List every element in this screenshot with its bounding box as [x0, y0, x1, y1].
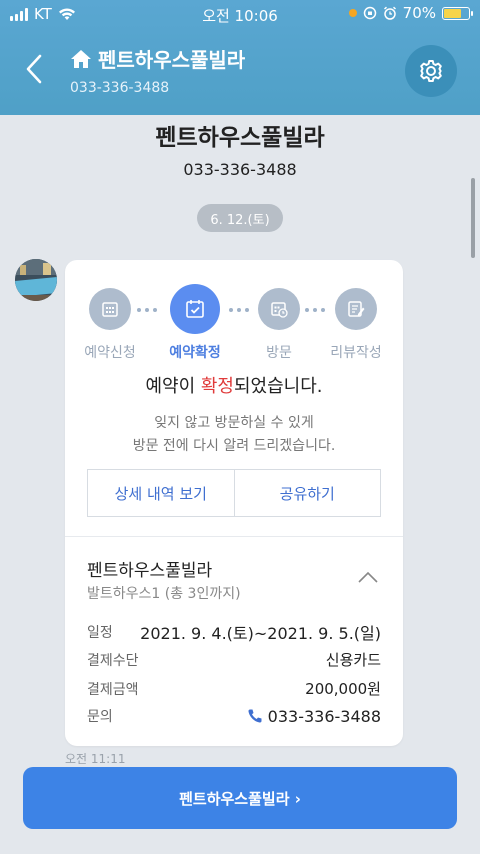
room-info: 발트하우스1 (총 3인까지) — [87, 586, 241, 602]
orientation-lock-icon — [363, 6, 376, 20]
date-badge: 6. 12.(토) — [197, 204, 283, 232]
chat-title: 펜트하우스풀빌라 — [155, 125, 325, 151]
confirmation-message: 예약이 확정되었습니다. — [145, 376, 323, 397]
share-button[interactable]: 공유하기 — [233, 470, 381, 516]
edit-doc-icon — [335, 288, 377, 330]
phone-icon — [248, 709, 262, 723]
card-actions: 상세 내역 보기 공유하기 — [87, 469, 381, 517]
scrollbar[interactable] — [471, 178, 475, 258]
header-title: 펜트하우스풀빌라 — [70, 44, 245, 73]
back-button[interactable] — [22, 52, 48, 86]
chat-phone[interactable]: 033-336-3488 — [0, 160, 480, 179]
app-header: KT 오전 10:06 70% 펜트하우스풀빌라 033-336-3488 — [0, 0, 480, 115]
message-timestamp: 오전 11:11 — [65, 752, 126, 766]
battery-icon — [442, 6, 473, 20]
step-label: 방문 — [266, 345, 292, 361]
reservation-card: 예약신청 예약확정 방문 리뷰작성 예약이 확정되었습니다. 잊지 않고 방문하… — [65, 260, 403, 746]
header-title-text: 펜트하우스풀빌라 — [98, 48, 246, 72]
contact-phone-link[interactable]: 033-336-3488 — [247, 707, 381, 726]
recording-dot-icon — [348, 9, 357, 17]
confirmation-subtext: 잊지 않고 방문하실 수 있게 방문 전에 다시 알려 드리겠습니다. — [132, 415, 336, 454]
info-row-amount: 결제금액 200,000원 — [87, 680, 381, 698]
header-phone[interactable]: 033-336-3488 — [70, 80, 169, 96]
home-icon — [71, 49, 91, 68]
pool-villa-photo — [15, 259, 57, 301]
alarm-icon — [383, 6, 396, 20]
step-confirmed: 예약확정 — [159, 284, 231, 362]
step-label: 리뷰작성 — [330, 345, 382, 361]
status-bar: KT 오전 10:06 70% — [0, 0, 480, 28]
step-label: 예약신청 — [84, 345, 136, 361]
reservation-steps: 예약신청 예약확정 방문 리뷰작성 — [65, 284, 403, 364]
step-request: 예약신청 — [69, 284, 151, 362]
chevron-up-icon[interactable] — [357, 570, 379, 584]
settings-button[interactable] — [405, 45, 457, 97]
info-row-payment-method: 결제수단 신용카드 — [87, 651, 381, 669]
battery-percent: 70% — [402, 4, 436, 22]
step-label: 예약확정 — [169, 345, 221, 361]
calendar-clock-icon — [258, 288, 300, 330]
place-link-button[interactable]: 펜트하우스풀빌라 › — [23, 767, 457, 829]
step-visit: 방문 — [239, 284, 319, 362]
calendar-grid-icon — [89, 288, 131, 330]
view-details-button[interactable]: 상세 내역 보기 — [88, 470, 234, 516]
gear-icon — [420, 60, 442, 82]
avatar[interactable] — [15, 259, 57, 301]
step-review: 리뷰작성 — [315, 284, 397, 362]
place-name: 펜트하우스풀빌라 — [87, 561, 213, 581]
divider — [65, 536, 403, 537]
info-row-contact: 문의 033-336-3488 — [87, 706, 381, 726]
calendar-check-icon — [170, 284, 220, 334]
info-row-schedule: 일정 2021. 9. 4.(토)~2021. 9. 5.(일) — [87, 624, 381, 643]
